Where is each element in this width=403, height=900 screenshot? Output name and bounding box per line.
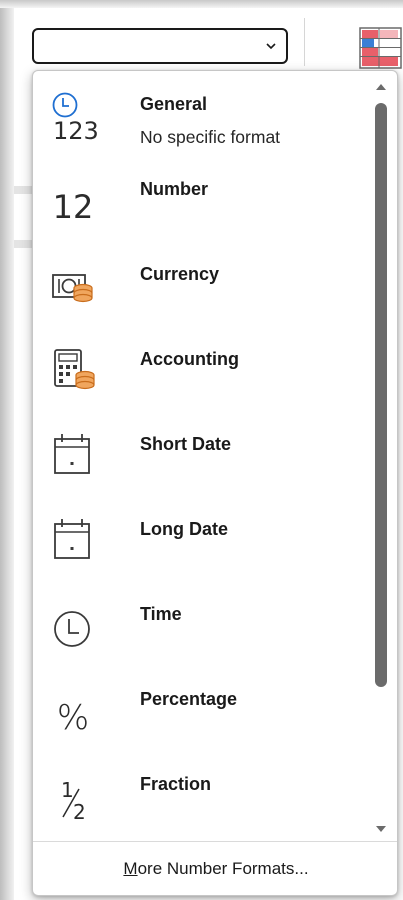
calculator-coins-icon (45, 342, 101, 398)
number-glyph: 12 (52, 188, 94, 226)
format-item-currency[interactable]: Currency (33, 247, 371, 331)
format-item-time[interactable]: Time (33, 587, 371, 671)
number-12-icon: 12 (45, 172, 101, 228)
format-item-percentage[interactable]: % Percentage (33, 672, 371, 756)
calendar-long-icon (45, 512, 101, 568)
format-item-number[interactable]: 12 Number (33, 162, 371, 246)
ribbon-top-shadow (0, 0, 403, 8)
number-format-dropdown: 123 General No specific format 12 Number (32, 70, 398, 896)
ribbon-group-divider (304, 18, 305, 66)
general-icon-digits: 123 (53, 117, 99, 143)
fraction-numerator: 1 (61, 778, 74, 802)
conditional-formatting-icon[interactable] (358, 26, 403, 75)
format-item-long-date[interactable]: Long Date (33, 502, 371, 586)
format-item-accounting[interactable]: Accounting (33, 332, 371, 416)
format-label: Currency (140, 264, 220, 284)
format-label: Time (140, 604, 182, 624)
format-item-general[interactable]: 123 General No specific format (33, 77, 371, 161)
more-formats-label: ore Number Formats... (137, 859, 309, 878)
scrollbar-thumb[interactable] (375, 103, 387, 687)
format-label: Short Date (140, 434, 232, 454)
format-label: Number (140, 179, 209, 199)
format-label: Long Date (140, 519, 228, 539)
scroll-down-arrow-icon[interactable] (373, 821, 389, 837)
percent-glyph: % (56, 698, 90, 738)
clock-123-icon: 123 (45, 87, 101, 143)
calendar-short-icon (45, 427, 101, 483)
format-item-fraction[interactable]: 1 2 Fraction (33, 757, 371, 841)
clock-icon (45, 597, 101, 653)
percent-icon: % (45, 682, 101, 738)
more-number-formats-button[interactable]: More Number Formats... (33, 842, 397, 895)
format-label: Percentage (140, 689, 238, 709)
format-item-short-date[interactable]: Short Date (33, 417, 371, 501)
scroll-up-arrow-icon[interactable] (373, 79, 389, 95)
fraction-icon: 1 2 (45, 767, 101, 823)
fraction-denominator: 2 (73, 800, 86, 823)
window-edge-shadow (0, 0, 14, 900)
more-formats-accelerator: M (123, 859, 138, 878)
number-format-list: 123 General No specific format 12 Number (33, 71, 371, 825)
format-description: No specific format (140, 127, 281, 147)
chevron-down-icon[interactable] (260, 34, 282, 58)
format-label: Accounting (140, 349, 239, 369)
currency-banknote-coins-icon (45, 257, 101, 313)
number-format-combobox[interactable] (32, 28, 288, 64)
dropdown-scrollbar[interactable] (371, 77, 391, 839)
format-label: General (140, 94, 208, 114)
format-label: Fraction (140, 774, 212, 794)
